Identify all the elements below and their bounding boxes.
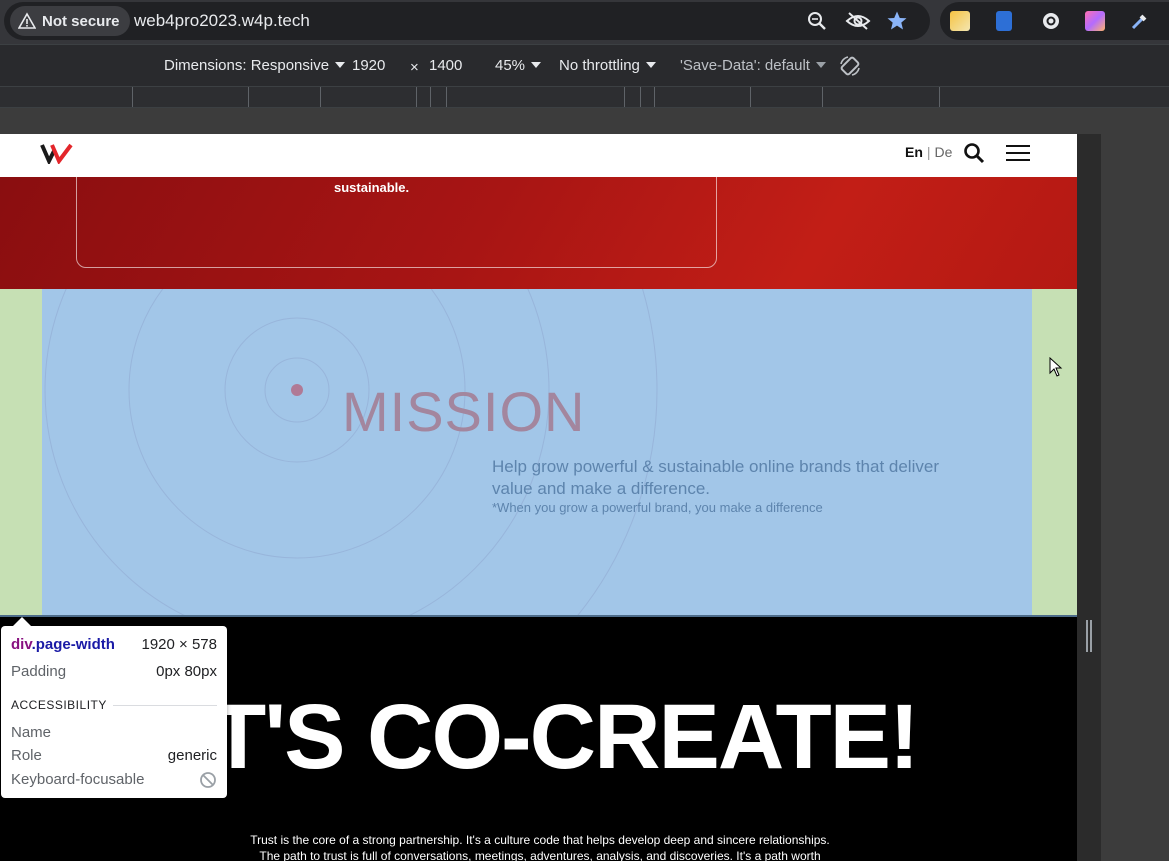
browser-toolbar: Not secure web4pro2023.w4p.tech xyxy=(0,0,1169,44)
chevron-down-icon xyxy=(531,62,542,68)
element-selector: div.page-width xyxy=(11,636,115,653)
paragraph-line: The path to trust is full of conversatio… xyxy=(259,849,821,861)
chevron-down-icon xyxy=(335,62,346,68)
lang-de-link[interactable]: De xyxy=(935,144,953,160)
security-label: Not secure xyxy=(42,12,120,30)
intro-text: sustainable. xyxy=(334,180,410,195)
chevron-down-icon xyxy=(645,62,656,68)
eye-off-icon[interactable] xyxy=(845,10,871,32)
element-inspector-tooltip: div.page-width 1920 × 578 Padding 0px 80… xyxy=(1,617,227,798)
not-focusable-icon xyxy=(200,772,216,788)
padding-value: 0px 80px xyxy=(156,663,217,680)
extension-record-icon[interactable] xyxy=(1041,11,1061,31)
device-toolbar: Dimensions: Responsive 1920 × 1400 45% N… xyxy=(0,44,1169,86)
padding-label: Padding xyxy=(11,663,67,680)
mission-text: Help grow powerful & sustainable online … xyxy=(492,457,939,498)
extension-gradient-icon[interactable] xyxy=(1085,11,1105,31)
lang-en-link[interactable]: En xyxy=(905,144,923,160)
throttling-select[interactable]: No throttling xyxy=(559,57,656,74)
lang-separator: | xyxy=(926,144,931,160)
resize-handle[interactable] xyxy=(1086,620,1092,652)
accessibility-heading: ACCESSIBILITY xyxy=(11,698,107,712)
times-sign: × xyxy=(410,59,419,76)
co-create-paragraph: Trust is the core of a strong partnershi… xyxy=(230,832,850,861)
a11y-role-label: Role xyxy=(11,747,42,764)
search-icon[interactable] xyxy=(963,142,985,164)
height-input[interactable]: 1400 xyxy=(429,57,462,74)
divider xyxy=(113,705,217,706)
eyedropper-icon[interactable] xyxy=(1130,11,1150,31)
mouse-cursor-icon xyxy=(1049,357,1063,377)
address-bar[interactable]: Not secure web4pro2023.w4p.tech xyxy=(4,2,930,40)
intro-card xyxy=(76,157,717,268)
url-text[interactable]: web4pro2023.w4p.tech xyxy=(134,11,310,31)
page-width-highlight: MISSION Help grow powerful & sustainable… xyxy=(0,289,1077,615)
co-create-headline: T'S CO-CREATE! xyxy=(210,686,920,788)
brand-logo[interactable] xyxy=(40,142,74,164)
mission-section: MISSION Help grow powerful & sustainable… xyxy=(42,289,1032,615)
a11y-role-value: generic xyxy=(167,747,217,764)
element-size: 1920 × 578 xyxy=(141,636,218,653)
mission-title: MISSION xyxy=(342,380,586,443)
warning-icon xyxy=(18,12,36,29)
language-switcher: En | De xyxy=(905,144,952,160)
extension-copy-icon[interactable] xyxy=(996,11,1012,31)
extensions-bar xyxy=(940,2,1169,40)
a11y-name-label: Name xyxy=(11,724,52,741)
paragraph-line: Trust is the core of a strong partnershi… xyxy=(250,833,830,847)
rotate-icon[interactable] xyxy=(838,54,862,78)
security-chip[interactable]: Not secure xyxy=(10,6,130,36)
hamburger-menu-icon[interactable] xyxy=(1006,145,1030,163)
dimensions-select[interactable]: Dimensions: Responsive xyxy=(164,57,346,74)
save-data-select[interactable]: 'Save-Data': default xyxy=(680,57,826,74)
width-input[interactable]: 1920 xyxy=(352,57,385,74)
zoom-icon[interactable] xyxy=(806,10,828,32)
a11y-focus-label: Keyboard-focusable xyxy=(11,771,145,788)
concentric-circles-decoration xyxy=(44,289,658,615)
viewport-gutter xyxy=(1077,134,1101,861)
extension-notes-icon[interactable] xyxy=(950,11,970,31)
zoom-select[interactable]: 45% xyxy=(495,57,542,74)
media-query-ruler[interactable] xyxy=(0,86,1169,108)
intro-section: sustainable. xyxy=(0,157,1077,289)
mission-note: *When you grow a powerful brand, you mak… xyxy=(492,500,823,515)
bookmark-star-icon[interactable] xyxy=(886,10,908,32)
chevron-down-icon xyxy=(815,62,826,68)
